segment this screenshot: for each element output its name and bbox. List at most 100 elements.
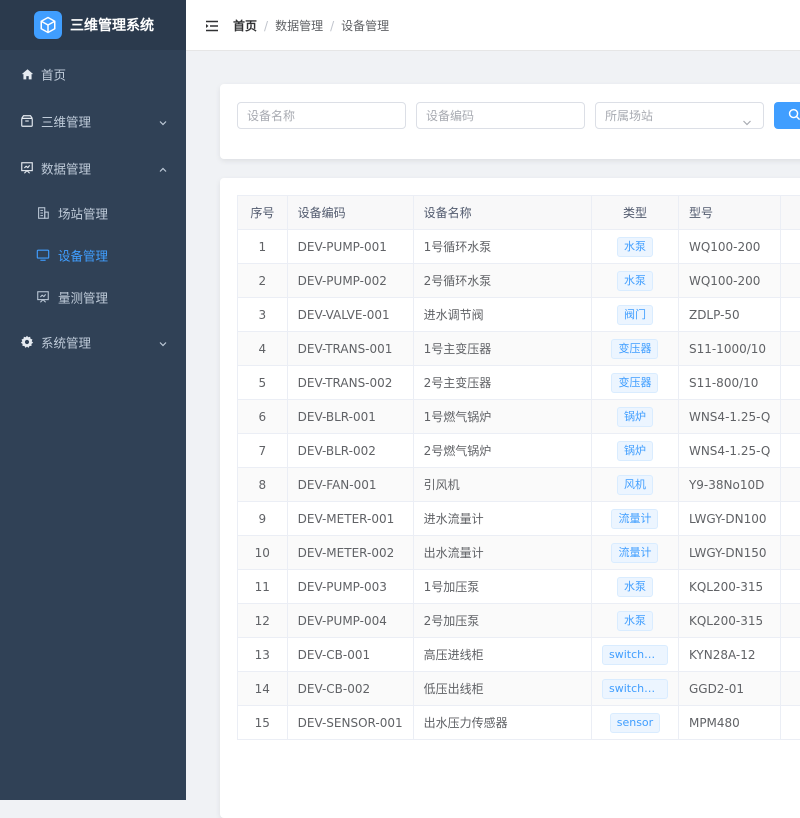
chevron-down-icon: [742, 112, 752, 120]
chevron-down-icon: [158, 337, 168, 347]
table-row[interactable]: 10DEV-METER-002出水流量计流量计LWGY-DN150: [238, 536, 800, 570]
cell-type: 风机: [591, 468, 678, 502]
cell-model: Y9-38No10D: [678, 468, 780, 502]
cell-device-code: DEV-METER-001: [287, 502, 413, 536]
cell-model: KQL200-315: [678, 570, 780, 604]
search-icon: [788, 106, 800, 125]
device-name-field: [237, 102, 406, 129]
column-header-type: 类型: [591, 196, 678, 230]
breadcrumb-item: 数据管理: [275, 19, 323, 33]
table-row[interactable]: 11DEV-PUMP-0031号加压泵水泵KQL200-315: [238, 570, 800, 604]
breadcrumb-current: 设备管理: [341, 19, 389, 33]
breadcrumb-home[interactable]: 首页: [233, 19, 257, 33]
sidebar-item-measurement-management[interactable]: 量测管理: [0, 277, 186, 317]
cell-index: 10: [238, 536, 288, 570]
cell-model: LWGY-DN100: [678, 502, 780, 536]
cell-model: KYN28A-12: [678, 638, 780, 672]
cell-index: 7: [238, 434, 288, 468]
search-button[interactable]: [774, 102, 800, 129]
sidebar-item-station-management[interactable]: 场站管理: [0, 193, 186, 233]
box-icon: [20, 114, 34, 128]
app-title: 三维管理系统: [70, 15, 154, 35]
cell-device-name: 低压出线柜: [413, 672, 591, 706]
type-tag: 锅炉: [617, 441, 653, 461]
type-tag: 变压器: [611, 339, 658, 359]
cell-index: 14: [238, 672, 288, 706]
cell-index: 15: [238, 706, 288, 740]
table-row[interactable]: 2DEV-PUMP-0022号循环水泵水泵WQ100-200: [238, 264, 800, 298]
sidebar-item-label: 设备管理: [58, 246, 108, 265]
building-icon: [36, 206, 50, 220]
column-header-model: 型号: [678, 196, 780, 230]
type-tag: sensor: [610, 713, 660, 733]
cell-index: 1: [238, 230, 288, 264]
sidebar-item-home[interactable]: 首页: [0, 51, 186, 97]
column-header-more: [781, 196, 800, 230]
breadcrumb-separator: /: [264, 19, 268, 33]
sidebar-item-device-management[interactable]: 设备管理: [0, 235, 186, 275]
navbar: 首页/数据管理/设备管理: [186, 0, 800, 51]
cube-logo-icon: [34, 11, 62, 39]
table-row[interactable]: 14DEV-CB-002低压出线柜switchgearGGD2-01: [238, 672, 800, 706]
table-row[interactable]: 6DEV-BLR-0011号燃气锅炉锅炉WNS4-1.25-Q: [238, 400, 800, 434]
chevron-up-icon: [158, 163, 168, 173]
cell-index: 3: [238, 298, 288, 332]
cell-device-code: DEV-PUMP-002: [287, 264, 413, 298]
cell-index: 11: [238, 570, 288, 604]
cell-model: LWGY-DN150: [678, 536, 780, 570]
cell-more: [781, 536, 800, 570]
cell-more: [781, 264, 800, 298]
table-row[interactable]: 4DEV-TRANS-0011号主变压器变压器S11-1000/10: [238, 332, 800, 366]
menu-fold-icon[interactable]: [205, 18, 219, 32]
device-name-input[interactable]: [238, 103, 405, 128]
cell-device-code: DEV-CB-002: [287, 672, 413, 706]
type-tag: 水泵: [617, 611, 653, 631]
cell-index: 8: [238, 468, 288, 502]
cell-index: 13: [238, 638, 288, 672]
table-row[interactable]: 13DEV-CB-001高压进线柜switchgearKYN28A-12: [238, 638, 800, 672]
home-icon: [20, 67, 34, 81]
device-code-field: [416, 102, 585, 129]
table-row[interactable]: 5DEV-TRANS-0022号主变压器变压器S11-800/10: [238, 366, 800, 400]
table-row[interactable]: 7DEV-BLR-0022号燃气锅炉锅炉WNS4-1.25-Q: [238, 434, 800, 468]
column-header-index: 序号: [238, 196, 288, 230]
cell-more: [781, 298, 800, 332]
cell-more: [781, 230, 800, 264]
cell-type: 水泵: [591, 230, 678, 264]
table-row[interactable]: 3DEV-VALVE-001进水调节阀阀门ZDLP-50: [238, 298, 800, 332]
cell-more: [781, 570, 800, 604]
cell-device-code: DEV-SENSOR-001: [287, 706, 413, 740]
table-row[interactable]: 9DEV-METER-001进水流量计流量计LWGY-DN100: [238, 502, 800, 536]
cell-type: sensor: [591, 706, 678, 740]
cell-model: GGD2-01: [678, 672, 780, 706]
cell-device-name: 进水流量计: [413, 502, 591, 536]
table-row[interactable]: 8DEV-FAN-001引风机风机Y9-38No10D: [238, 468, 800, 502]
column-header-code: 设备编码: [287, 196, 413, 230]
cell-model: WQ100-200: [678, 230, 780, 264]
cell-index: 2: [238, 264, 288, 298]
cell-type: 流量计: [591, 502, 678, 536]
cell-device-name: 1号主变压器: [413, 332, 591, 366]
cell-device-name: 高压进线柜: [413, 638, 591, 672]
cell-more: [781, 400, 800, 434]
sidebar-item-system-management[interactable]: 系统管理: [0, 319, 186, 365]
station-select-input[interactable]: [596, 103, 763, 128]
sidebar: 三维管理系统 首页 三维管理 数据管理 场站管理 设: [0, 0, 186, 800]
type-tag: 水泵: [617, 271, 653, 291]
column-header-name: 设备名称: [413, 196, 591, 230]
sidebar-item-label: 数据管理: [41, 159, 91, 178]
device-code-input[interactable]: [417, 103, 584, 128]
table-row[interactable]: 15DEV-SENSOR-001出水压力传感器sensorMPM480: [238, 706, 800, 740]
sidebar-item-3d-management[interactable]: 三维管理: [0, 98, 186, 144]
sidebar-item-data-management[interactable]: 数据管理: [0, 145, 186, 191]
cell-type: 水泵: [591, 570, 678, 604]
station-select[interactable]: [595, 102, 764, 129]
table-row[interactable]: 1DEV-PUMP-0011号循环水泵水泵WQ100-200: [238, 230, 800, 264]
cell-model: ZDLP-50: [678, 298, 780, 332]
cell-more: [781, 366, 800, 400]
table-row[interactable]: 12DEV-PUMP-0042号加压泵水泵KQL200-315: [238, 604, 800, 638]
type-tag: 流量计: [611, 509, 658, 529]
cell-more: [781, 604, 800, 638]
cell-more: [781, 638, 800, 672]
table-header-row: 序号 设备编码 设备名称 类型 型号: [238, 196, 800, 230]
